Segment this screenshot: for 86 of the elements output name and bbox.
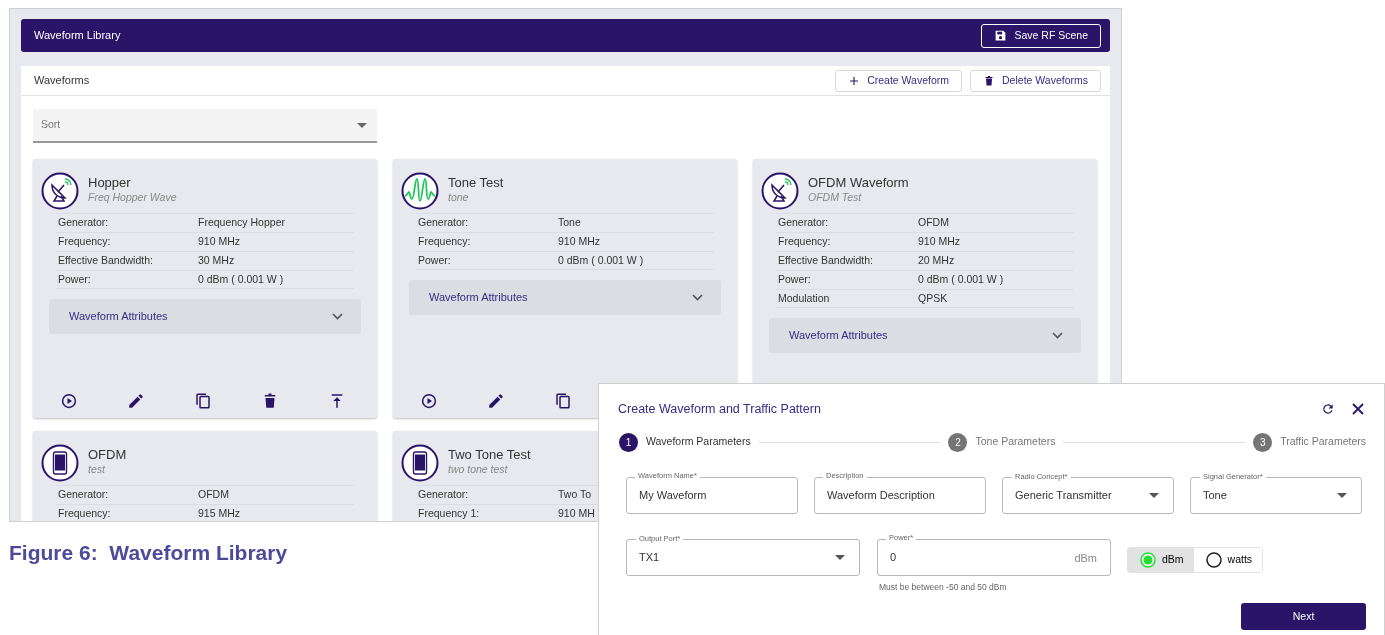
phone-icon [401,444,439,482]
helper-text: Must be between -50 and 50 dBm [879,580,1008,594]
chevron-down-icon [1052,332,1063,339]
pencil-icon[interactable] [487,392,505,410]
field-value: 910 MH [558,505,595,521]
card-description: two tone test [448,463,509,476]
field-label: Frequency 1: [418,505,481,521]
card-title: Two Tone Test [448,447,531,463]
step-label[interactable]: Tone Parameters [975,434,1056,451]
close-icon[interactable] [1352,403,1364,416]
field-label: Frequency: [418,234,472,250]
field-value: Frequency Hopper [198,215,285,231]
field-label: Generator: [58,215,110,231]
unit-label: dBm [1074,550,1097,566]
chevron-down-icon [332,313,343,320]
field-value: 30 MHz [198,253,235,269]
dialog-title: Create Waveform and Traffic Pattern [618,401,821,418]
caret-icon [1149,492,1159,498]
save-button[interactable]: Save RF Scene [981,23,1101,48]
attributes-accordion[interactable]: Waveform Attributes [49,299,361,334]
field-label: Frequency: [778,234,832,250]
field-label: Frequency: [58,505,112,521]
field-value: 910 MHz [558,234,600,250]
card-description: OFDM Test [808,191,863,204]
play-icon[interactable] [420,392,438,410]
field-label: Generator: [418,487,470,503]
field-value: 910 MHz [918,234,960,250]
field-label: Effective Bandwidth: [58,253,154,269]
card-title: Tone Test [448,175,504,191]
phone-icon [41,444,79,482]
step-label[interactable]: Waveform Parameters [646,434,751,451]
card-title: Hopper [88,175,132,191]
sine-wave-icon [401,172,439,210]
sort-dropdown[interactable]: Sort [33,109,377,143]
field-label: Power: [58,271,92,287]
field-value: OFDM [918,215,949,231]
caret-icon [1337,492,1347,498]
card-description: test [88,463,107,476]
field-value: 0 dBm ( 0.001 W ) [198,271,284,287]
caret-icon [835,554,845,560]
plus-icon [848,74,861,87]
field-label: Frequency: [58,234,112,250]
field-value: Two To [558,487,592,503]
play-icon[interactable] [60,392,78,410]
field-value: 0 dBm ( 0.001 W ) [918,272,1004,288]
trash-icon [983,74,996,87]
field-label: Effective Bandwidth: [778,253,874,269]
step-number[interactable]: 2 [948,432,968,452]
copy-icon[interactable] [554,392,572,410]
card-title: OFDM Waveform [808,175,909,191]
next-button[interactable]: Next [1241,603,1366,630]
field-label: Modulation [778,290,831,306]
field-label: Generator: [778,215,830,231]
field-label: Power: [418,252,452,268]
panel-title: Waveforms [34,73,90,89]
field-value: QPSK [918,290,948,306]
field-value: 910 MHz [198,234,240,250]
field-value: 20 MHz [918,253,955,269]
field-value: 915 MHz [198,505,240,521]
refresh-icon[interactable] [1321,402,1335,417]
field-label: Generator: [58,487,110,503]
field-label: Power: [778,272,812,288]
delete-button[interactable]: Delete Waveforms [970,69,1101,92]
field-value: 0 dBm ( 0.001 W ) [558,252,644,268]
copy-icon[interactable] [194,392,212,410]
card-title: OFDM [88,447,127,463]
unit-option[interactable]: dBm [1128,547,1194,572]
figure-caption: Figure 6: Waveform Library [9,540,288,566]
satellite-dish-icon [761,172,799,210]
attributes-accordion[interactable]: Waveform Attributes [409,280,721,315]
pencil-icon[interactable] [127,392,145,410]
card-description: tone [448,191,470,204]
caret-icon [357,122,367,128]
chevron-down-icon [692,294,703,301]
field-value: Tone [558,215,581,231]
step-label[interactable]: Traffic Parameters [1280,434,1366,451]
library-title: Waveform Library [34,28,121,44]
satellite-dish-icon [41,172,79,210]
step-number[interactable]: 1 [619,432,638,452]
step-number[interactable]: 3 [1253,432,1273,452]
attributes-accordion[interactable]: Waveform Attributes [769,318,1081,353]
save-icon [994,29,1008,42]
card-description: Freq Hopper Wave [88,191,177,204]
field-value: OFDM [198,487,229,503]
create-button[interactable]: Create Waveform [835,69,963,92]
field-label: Generator: [418,215,470,231]
